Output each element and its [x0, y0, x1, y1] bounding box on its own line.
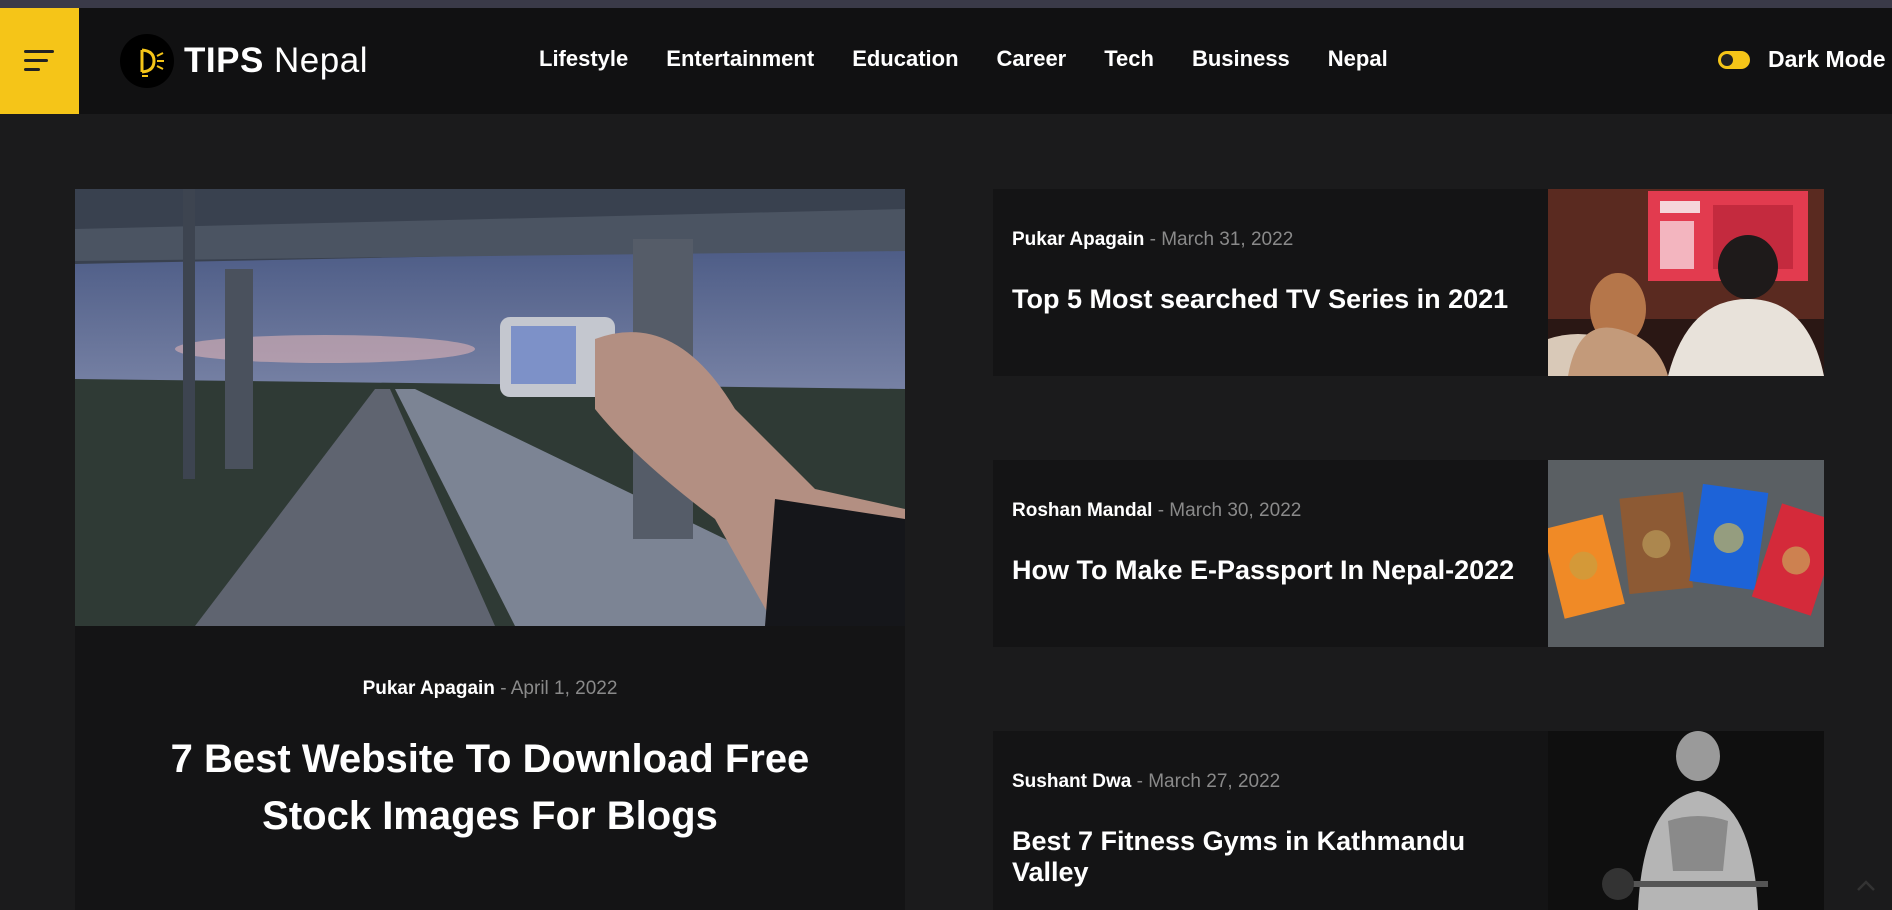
featured-image[interactable] [75, 189, 905, 626]
featured-post-title[interactable]: 7 Best Website To Download Free Stock Im… [135, 731, 845, 845]
post-author[interactable]: Roshan Mandal [1012, 500, 1152, 521]
post-meta: Pukar Apagain - March 31, 2022 [1012, 229, 1293, 251]
dark-mode-label: Dark Mode [1768, 46, 1886, 72]
nav-item-business[interactable]: Business [1192, 46, 1290, 72]
nav-item-entertainment[interactable]: Entertainment [666, 46, 814, 72]
post-title[interactable]: How To Make E-Passport In Nepal-2022 [1012, 555, 1532, 586]
post-thumbnail[interactable] [1548, 731, 1824, 910]
logo-bulb-icon [120, 34, 174, 88]
post-meta: Sushant Dwa - March 27, 2022 [1012, 771, 1280, 793]
nav-item-nepal[interactable]: Nepal [1328, 46, 1388, 72]
post-card[interactable]: Roshan Mandal - March 30, 2022 How To Ma… [993, 460, 1824, 647]
meta-separator: - [1157, 500, 1165, 521]
nav-item-tech[interactable]: Tech [1104, 46, 1154, 72]
main-nav: Lifestyle Entertainment Education Career… [539, 46, 1388, 72]
site-logo[interactable]: TIPS Nepal [120, 34, 368, 88]
featured-post[interactable]: Pukar Apagain - April 1, 2022 7 Best Web… [75, 189, 905, 910]
scroll-to-top-icon[interactable] [1852, 872, 1880, 900]
dark-mode-toggle[interactable] [1718, 50, 1750, 69]
post-title[interactable]: Top 5 Most searched TV Series in 2021 [1012, 284, 1532, 315]
post-meta: Roshan Mandal - March 30, 2022 [1012, 500, 1301, 522]
dark-mode-control: Dark Mode [1718, 46, 1886, 73]
post-date: March 27, 2022 [1148, 771, 1281, 792]
featured-post-meta: Pukar Apagain - April 1, 2022 [75, 678, 905, 700]
meta-separator: - [500, 678, 507, 699]
post-date: April 1, 2022 [510, 678, 618, 699]
post-title[interactable]: Best 7 Fitness Gyms in Kathmandu Valley [1012, 826, 1532, 888]
nav-item-lifestyle[interactable]: Lifestyle [539, 46, 628, 72]
toggle-knob [1721, 53, 1733, 66]
post-thumbnail[interactable] [1548, 460, 1824, 647]
top-strip [0, 0, 1892, 8]
site-header: TIPS Nepal Lifestyle Entertainment Educa… [0, 8, 1892, 114]
meta-separator: - [1149, 229, 1156, 250]
post-author[interactable]: Pukar Apagain [363, 678, 495, 699]
nav-item-education[interactable]: Education [852, 46, 958, 72]
meta-separator: - [1136, 771, 1143, 792]
post-author[interactable]: Sushant Dwa [1012, 771, 1131, 792]
post-date: March 31, 2022 [1161, 229, 1294, 250]
post-thumbnail[interactable] [1548, 189, 1824, 376]
post-date: March 30, 2022 [1169, 500, 1302, 521]
post-card[interactable]: Pukar Apagain - March 31, 2022 Top 5 Mos… [993, 189, 1824, 376]
post-author[interactable]: Pukar Apagain [1012, 229, 1144, 250]
post-card[interactable]: Sushant Dwa - March 27, 2022 Best 7 Fitn… [993, 731, 1824, 910]
hamburger-menu-button[interactable] [0, 8, 79, 114]
nav-item-career[interactable]: Career [997, 46, 1067, 72]
logo-text: TIPS Nepal [184, 41, 368, 80]
hamburger-menu-icon [24, 50, 54, 53]
